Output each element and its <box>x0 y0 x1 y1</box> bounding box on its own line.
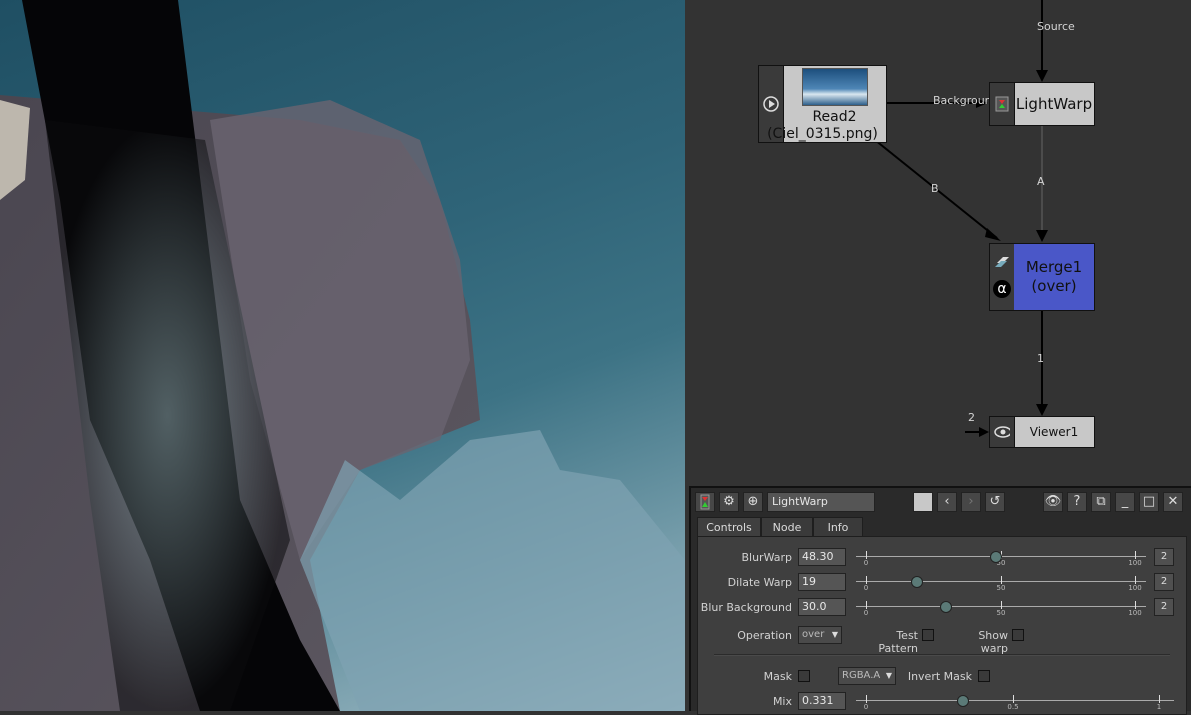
operation-dropdown[interactable]: over ▼ <box>798 626 842 644</box>
tab-info[interactable]: Info <box>813 517 863 537</box>
undo-icon[interactable]: ‹ <box>937 492 957 512</box>
invert-mask-label: Invert Mask <box>907 670 972 683</box>
dilate-warp-knob[interactable] <box>911 576 923 588</box>
background-input-label: Background <box>933 94 989 107</box>
blur-background-slider[interactable]: 0 50 100 <box>856 597 1146 617</box>
controls-panel: BlurWarp 48.30 0 50 100 2 Dilate Warp 19… <box>697 536 1187 715</box>
node-thumbnail <box>801 68 868 106</box>
viewer-input-1-label: 1 <box>1037 352 1044 365</box>
read2-node-filename: (Ciel_0315.png) <box>767 126 878 142</box>
eye-icon <box>994 426 1010 438</box>
merge-layers-icon <box>995 257 1009 267</box>
operation-value: over <box>802 629 825 640</box>
operation-label: Operation <box>737 629 792 642</box>
node-name-field[interactable]: LightWarp <box>767 492 875 512</box>
section-divider <box>714 654 1170 656</box>
show-overlay-icon[interactable]: 👁 <box>1043 492 1063 512</box>
blurwarp-dimension-button[interactable]: 2 <box>1154 548 1174 566</box>
restore-defaults-icon[interactable]: ↺ <box>985 492 1005 512</box>
node-color-button[interactable] <box>913 492 933 512</box>
merge1-node-operation: (over) <box>1031 277 1077 295</box>
float-panel-icon[interactable]: ⧉ <box>1091 492 1111 512</box>
merge1-node-body: Merge1 (over) <box>1014 244 1094 310</box>
viewer1-node[interactable]: Viewer1 <box>989 416 1095 448</box>
mix-value[interactable]: 0.331 <box>798 692 846 710</box>
test-pattern-checkbox[interactable] <box>922 629 934 641</box>
node-graph[interactable]: Source Background B A 1 2 Read2 (Ciel_03… <box>685 0 1191 486</box>
mix-knob[interactable] <box>957 695 969 707</box>
dilate-warp-dimension-button[interactable]: 2 <box>1154 573 1174 591</box>
read2-node[interactable]: Read2 (Ciel_0315.png) <box>758 65 887 143</box>
properties-toolbar: ⚙ ⊕ LightWarp ‹ › ↺ 👁 ? ⧉ _ □ ✕ <box>691 490 1191 514</box>
show-warp-label: Show warp <box>978 629 1008 655</box>
show-warp-checkbox[interactable] <box>1012 629 1024 641</box>
image-viewer[interactable] <box>0 0 685 711</box>
maximize-icon[interactable]: □ <box>1139 492 1159 512</box>
merge1-node-name: Merge1 <box>1025 258 1083 276</box>
play-icon <box>763 96 779 112</box>
dilate-warp-slider[interactable]: 0 50 100 <box>856 572 1146 592</box>
b-input-label: B <box>931 182 939 195</box>
viewer1-node-name: Viewer1 <box>1029 425 1079 439</box>
dilate-warp-value[interactable]: 19 <box>798 573 846 591</box>
tab-node[interactable]: Node <box>761 517 813 537</box>
blur-background-dimension-button[interactable]: 2 <box>1154 598 1174 616</box>
lightwarp-node[interactable]: LightWarp <box>989 82 1095 126</box>
help-icon[interactable]: ? <box>1067 492 1087 512</box>
lightwarp-node-name: LightWarp <box>1015 95 1093 113</box>
close-icon[interactable]: ✕ <box>1163 492 1183 512</box>
a-input-label: A <box>1037 175 1045 188</box>
gear-icon[interactable]: ⚙ <box>719 492 739 512</box>
chevron-down-icon: ▼ <box>885 671 892 680</box>
blur-background-knob[interactable] <box>940 601 952 613</box>
mix-slider[interactable]: 0 0.5 1 <box>856 691 1174 711</box>
tab-controls[interactable]: Controls <box>697 517 761 537</box>
blurwarp-value[interactable]: 48.30 <box>798 548 846 566</box>
blurwarp-knob[interactable] <box>990 551 1002 563</box>
mask-channel-dropdown[interactable]: RGBA.A ▼ <box>838 667 896 685</box>
lightwarp-plugin-icon <box>995 96 1009 112</box>
blur-background-value[interactable]: 30.0 <box>798 598 846 616</box>
blur-background-label: Blur Background <box>700 601 792 614</box>
add-knob-icon[interactable]: ⊕ <box>743 492 763 512</box>
source-input-label: Source <box>1037 20 1075 33</box>
plugin-icon <box>695 492 715 512</box>
read2-node-name: Read2 <box>812 109 857 125</box>
invert-mask-checkbox[interactable] <box>978 670 990 682</box>
test-pattern-label: Test Pattern <box>878 629 918 655</box>
viewer-image <box>0 0 685 711</box>
mask-checkbox[interactable] <box>798 670 810 682</box>
mask-label: Mask <box>763 670 792 683</box>
merge1-node[interactable]: α Merge1 (over) <box>989 243 1095 311</box>
redo-icon[interactable]: › <box>961 492 981 512</box>
blurwarp-label: BlurWarp <box>741 551 792 564</box>
alpha-icon: α <box>993 280 1011 298</box>
blurwarp-slider[interactable]: 0 50 100 <box>856 547 1146 567</box>
minimize-icon[interactable]: _ <box>1115 492 1135 512</box>
properties-panel: ⚙ ⊕ LightWarp ‹ › ↺ 👁 ? ⧉ _ □ ✕ Controls… <box>689 486 1191 715</box>
chevron-down-icon: ▼ <box>831 630 838 639</box>
mask-channel-value: RGBA.A <box>842 670 881 681</box>
dilate-warp-label: Dilate Warp <box>727 576 792 589</box>
viewer-input-2-label: 2 <box>968 411 975 424</box>
mix-label: Mix <box>772 695 792 708</box>
